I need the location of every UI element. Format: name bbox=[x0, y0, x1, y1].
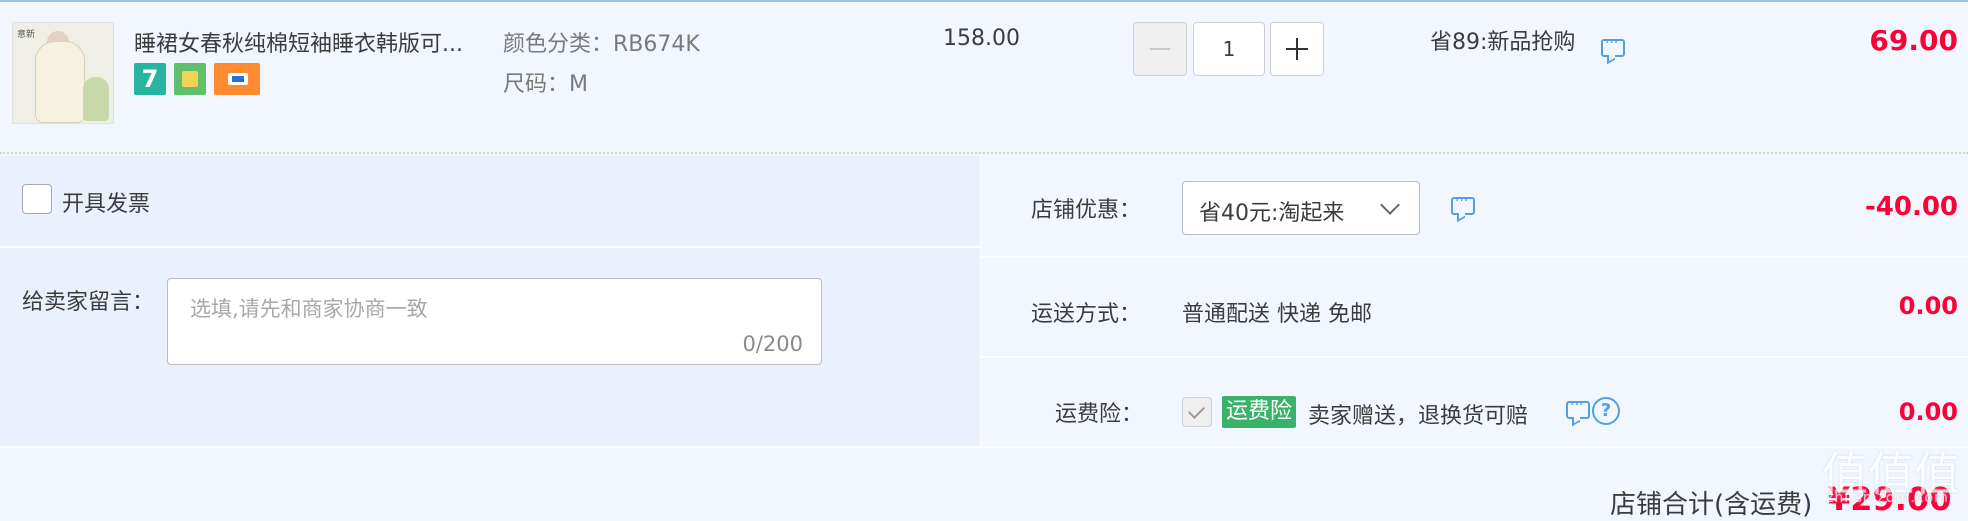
shipping-label: 运送方式： bbox=[1031, 302, 1142, 327]
insurance-chat-icon[interactable] bbox=[1566, 397, 1590, 419]
shop-discount-selected: 省40元:淘起来 bbox=[1199, 201, 1345, 226]
right-row-divider-2 bbox=[981, 356, 1968, 358]
panel-divider bbox=[980, 156, 981, 446]
bottom-row-divider bbox=[0, 446, 1968, 448]
item-promotion: 省89:新品抢购 bbox=[1430, 30, 1576, 55]
insurance-description: 卖家赠送，退换货可赔 bbox=[1308, 404, 1529, 429]
spec-color: 颜色分类：RB674K bbox=[503, 32, 700, 57]
invoice-label[interactable]: 开具发票 bbox=[62, 186, 150, 218]
insurance-tag: 运费险 bbox=[1222, 396, 1297, 428]
shop-total-label: 店铺合计(含运费) bbox=[1610, 490, 1813, 520]
quantity-input[interactable]: 1 bbox=[1193, 22, 1265, 76]
unit-price: 158.00 bbox=[943, 26, 1020, 51]
promo-chat-icon[interactable] bbox=[1601, 35, 1625, 57]
shipping-method: 普通配送 快递 免邮 bbox=[1182, 302, 1372, 327]
shipping-amount: 0.00 bbox=[1898, 292, 1958, 320]
help-icon[interactable]: ? bbox=[1592, 397, 1620, 425]
item-final-price: 69.00 bbox=[1869, 24, 1958, 57]
thumbnail-logo-text: 意新 bbox=[17, 30, 36, 40]
left-row-divider bbox=[0, 246, 980, 248]
watermark-text: zhi.smzdm.com bbox=[1826, 490, 1949, 506]
decrease-quantity-button[interactable] bbox=[1133, 22, 1187, 76]
shopping-bag-icon[interactable] bbox=[174, 63, 206, 95]
discount-chat-icon[interactable] bbox=[1451, 193, 1475, 215]
dotted-divider bbox=[0, 152, 1968, 154]
right-row-divider-1 bbox=[981, 256, 1968, 258]
product-title-link[interactable]: 睡裙女春秋纯棉短袖睡衣韩版可... bbox=[134, 26, 463, 58]
shop-discount-label: 店铺优惠： bbox=[1031, 198, 1142, 223]
shop-discount-select[interactable]: 省40元:淘起来 bbox=[1182, 181, 1420, 235]
chevron-down-icon bbox=[1380, 195, 1400, 215]
seven-day-return-icon[interactable]: 7 bbox=[134, 63, 166, 95]
watermark-logo: 值值值 zhi.smzdm.com bbox=[1822, 438, 1962, 520]
thumbnail-model-dress bbox=[35, 41, 85, 123]
memo-char-counter: 0/200 bbox=[742, 332, 803, 356]
spec-size: 尺码：M bbox=[503, 72, 588, 97]
credit-card-icon[interactable] bbox=[214, 63, 260, 95]
product-thumbnail[interactable]: 意新 bbox=[12, 22, 114, 124]
cart-item-row bbox=[0, 2, 1968, 152]
shop-discount-amount: -40.00 bbox=[1864, 192, 1958, 222]
seller-memo-label: 给卖家留言： bbox=[22, 290, 155, 315]
thumbnail-plant bbox=[83, 77, 109, 121]
increase-quantity-button[interactable] bbox=[1270, 22, 1324, 76]
insurance-amount: 0.00 bbox=[1898, 398, 1958, 426]
seller-memo-textarea[interactable]: 选填,请先和商家协商一致 0/200 bbox=[167, 278, 822, 365]
insurance-label: 运费险： bbox=[1055, 402, 1144, 427]
memo-placeholder: 选填,请先和商家协商一致 bbox=[190, 297, 428, 321]
invoice-checkbox[interactable] bbox=[22, 184, 52, 214]
insurance-checkbox[interactable] bbox=[1182, 397, 1212, 427]
